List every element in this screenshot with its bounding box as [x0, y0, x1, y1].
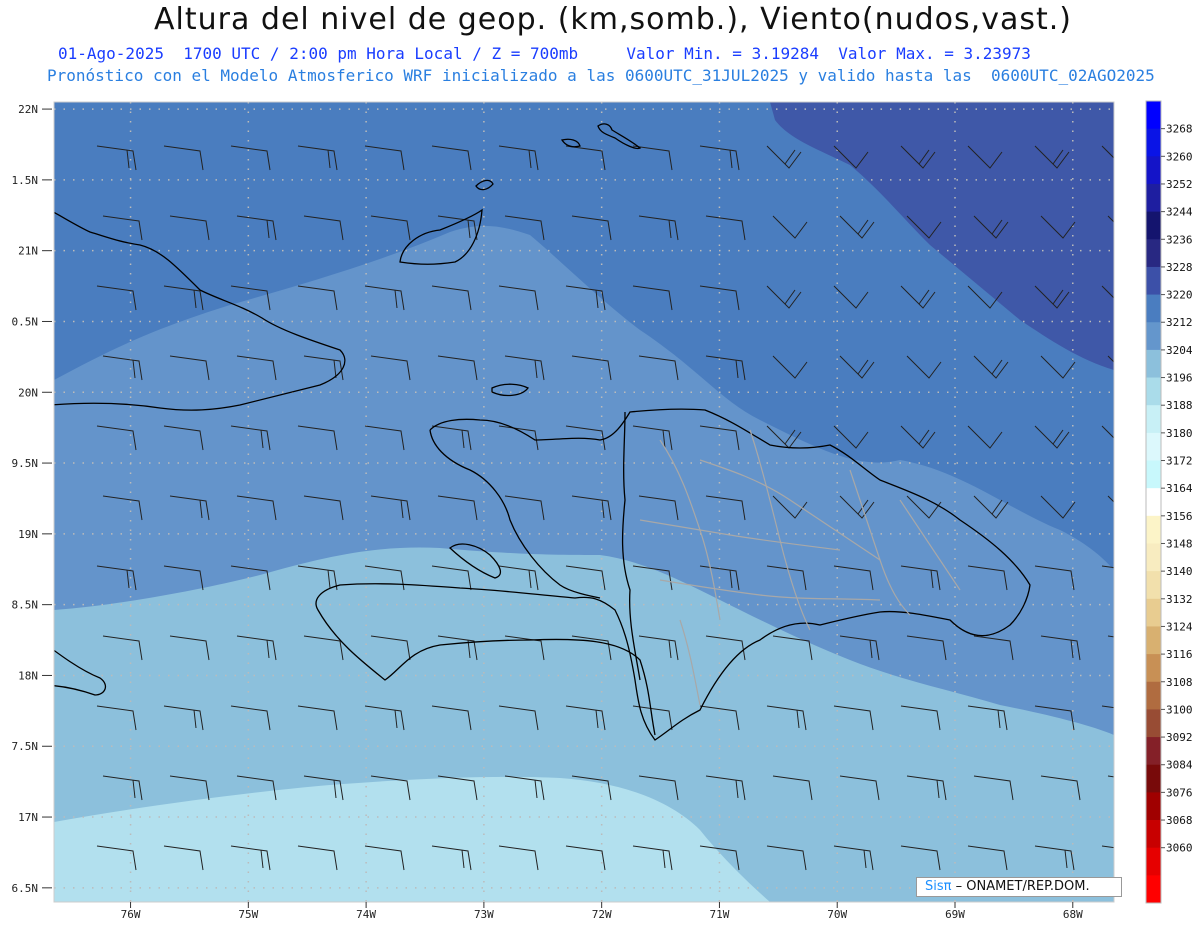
colorbar-label: 3164 [1166, 482, 1193, 495]
colorbar-label: 3244 [1166, 206, 1193, 219]
wind-barb [438, 916, 477, 927]
colorbar-label: 3116 [1166, 648, 1193, 661]
colorbar-swatch [1146, 322, 1161, 351]
wind-barb [1108, 916, 1147, 927]
lat-label: 7.5N [12, 740, 39, 753]
colorbar-label: 3172 [1166, 455, 1193, 468]
colorbar-swatch [1146, 737, 1161, 766]
lat-label: 17N [18, 811, 38, 824]
colorbar-label: 3060 [1166, 842, 1193, 855]
wind-barb [974, 916, 1013, 927]
longitude-labels: 76W 75W 74W 73W 72W 71W 70W 69W 68W [121, 902, 1083, 921]
colorbar-swatch [1146, 488, 1161, 517]
colorbar-swatch [1146, 377, 1161, 406]
colorbar-label: 3252 [1166, 178, 1193, 191]
colorbar-label: 3212 [1166, 316, 1193, 329]
latitude-labels: 22N 1.5N 21N 0.5N 20N 9.5N 19N 8.5N 18N 7.5N 17N 6.… [12, 103, 52, 895]
colorbar-swatch [1146, 349, 1161, 378]
forecast-map: 22N 1.5N 21N 0.5N 20N 9.5N 19N 8.5N 18N 7.5N 17N 6.… [12, 100, 1193, 927]
colorbar-swatch [1146, 405, 1161, 434]
colorbar-swatch [1146, 820, 1161, 849]
colorbar-swatch [1146, 875, 1161, 904]
colorbar-label: 3124 [1166, 620, 1193, 633]
colorbar-label: 3180 [1166, 427, 1193, 440]
colorbar-swatch [1146, 654, 1161, 683]
wind-barb [639, 916, 678, 927]
colorbar-label: 3140 [1166, 565, 1193, 578]
colorbar-label: 3220 [1166, 289, 1193, 302]
colorbar-label: 3188 [1166, 399, 1193, 412]
colorbar-label: 3228 [1166, 261, 1193, 274]
colorbar-swatch [1146, 764, 1161, 793]
wind-barb [371, 916, 410, 927]
lat-label: 1.5N [12, 174, 39, 187]
colorbar-swatch [1146, 792, 1161, 821]
colorbar-swatch [1146, 183, 1161, 213]
colorbar-label: 3236 [1166, 233, 1193, 246]
colorbar-label: 3076 [1166, 786, 1193, 799]
lat-label: 18N [18, 669, 38, 682]
colorbar-swatch [1146, 543, 1161, 572]
lat-label: 22N [18, 103, 38, 116]
lon-label: 69W [945, 908, 965, 921]
credit-box: Sisπ – ONAMET/REP.DOM. [916, 877, 1122, 897]
lat-label: 8.5N [12, 599, 39, 612]
colorbar-label: 3148 [1166, 537, 1193, 550]
colorbar-label: 3084 [1166, 759, 1193, 772]
wind-barb [170, 916, 209, 927]
lat-label: 6.5N [12, 882, 39, 895]
wind-barb [304, 916, 343, 927]
colorbar-label: 3204 [1166, 344, 1193, 357]
colorbar-label: 3156 [1166, 510, 1193, 523]
lon-label: 74W [356, 908, 376, 921]
lat-label: 21N [18, 245, 38, 258]
colorbar-swatch [1146, 101, 1161, 130]
lat-label: 19N [18, 528, 38, 541]
lon-label: 68W [1063, 908, 1083, 921]
colorbar-swatch [1146, 571, 1161, 600]
colorbar-label: 3196 [1166, 372, 1193, 385]
lon-label: 76W [121, 908, 141, 921]
colorbar: 3268 3260 3252 3244 3236 3228 3220 3212 3204 3196… [1145, 100, 1193, 904]
wind-barb [505, 916, 544, 927]
colorbar-label: 3132 [1166, 593, 1193, 606]
colorbar-label: 3260 [1166, 150, 1193, 163]
colorbar-swatch [1146, 128, 1161, 157]
lat-label: 0.5N [12, 315, 39, 328]
plot-area [54, 102, 1147, 927]
colorbar-swatch [1146, 515, 1161, 544]
lon-label: 75W [238, 908, 258, 921]
colorbar-swatch [1146, 266, 1161, 295]
lon-label: 71W [710, 908, 730, 921]
colorbar-swatch [1146, 156, 1161, 185]
colorbar-swatch [1146, 681, 1161, 710]
colorbar-swatch [1146, 432, 1161, 461]
colorbar-label: 3068 [1166, 814, 1193, 827]
colorbar-swatch [1146, 626, 1161, 655]
colorbar-label: 3108 [1166, 676, 1193, 689]
colorbar-label: 3092 [1166, 731, 1193, 744]
colorbar-swatch [1146, 211, 1161, 240]
credit-brand: Sisπ [925, 879, 952, 894]
colorbar-label: 3268 [1166, 123, 1193, 136]
lon-label: 73W [474, 908, 494, 921]
lat-label: 20N [18, 386, 38, 399]
lon-label: 70W [827, 908, 847, 921]
colorbar-swatch [1146, 294, 1161, 323]
colorbar-swatch [1146, 847, 1161, 876]
colorbar-swatch [1146, 598, 1161, 627]
colorbar-swatch [1146, 709, 1161, 738]
wind-barb [773, 916, 812, 927]
colorbar-swatch [1146, 239, 1161, 268]
lat-label: 9.5N [12, 457, 39, 470]
credit-text: – ONAMET/REP.DOM. [951, 879, 1090, 894]
colorbar-swatch [1146, 460, 1161, 489]
wind-barb [907, 916, 946, 927]
lon-label: 72W [592, 908, 612, 921]
colorbar-label: 3100 [1166, 703, 1193, 716]
